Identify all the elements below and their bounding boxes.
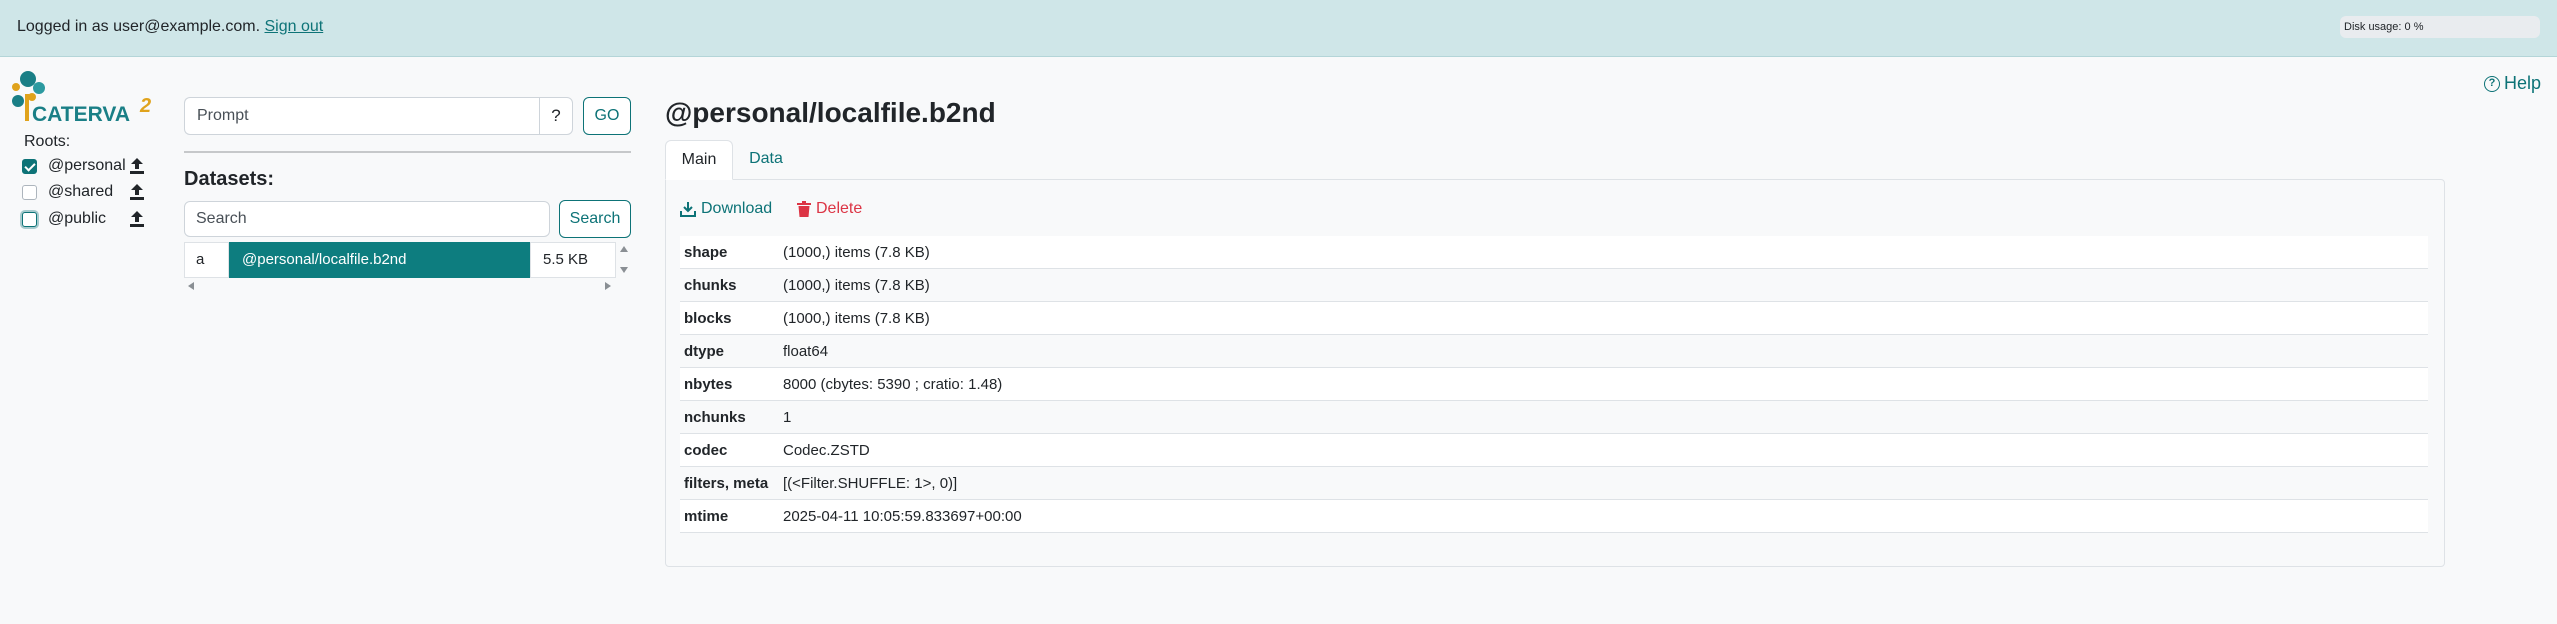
meta-value: Codec.ZSTD: [783, 442, 870, 459]
prompt-input[interactable]: [184, 97, 539, 135]
root-item-shared[interactable]: @shared: [22, 180, 144, 204]
meta-key: shape: [684, 244, 728, 261]
divider: [184, 151, 631, 153]
tab-data[interactable]: Data: [735, 140, 797, 180]
dataset-row-size: 5.5 KB: [530, 242, 616, 278]
delete-button[interactable]: Delete: [797, 200, 862, 218]
meta-key: nbytes: [684, 376, 733, 393]
table-row: nchunks 1: [680, 401, 2428, 434]
disk-usage-text: Disk usage: 0 %: [2344, 21, 2424, 33]
table-row: dtype float64: [680, 335, 2428, 368]
meta-key: chunks: [684, 277, 737, 294]
root-checkbox-personal[interactable]: [22, 158, 37, 174]
datasets-title: Datasets:: [184, 168, 275, 190]
upload-icon[interactable]: [128, 182, 146, 202]
root-item-personal[interactable]: @personal: [22, 154, 144, 178]
meta-key: mtime: [684, 508, 729, 525]
scroll-up-arrow-icon[interactable]: [619, 244, 629, 254]
meta-key: codec: [684, 442, 728, 459]
root-checkbox-public[interactable]: [22, 211, 37, 227]
table-row: shape (1000,) items (7.8 KB): [680, 236, 2428, 269]
dataset-title: @personal/localfile.b2nd: [665, 97, 996, 128]
meta-value: 1: [783, 409, 792, 426]
table-row: blocks (1000,) items (7.8 KB): [680, 302, 2428, 335]
login-status-text: Logged in as user@example.com.: [17, 18, 261, 35]
root-label-shared: @shared: [48, 183, 114, 200]
dataset-search-input[interactable]: [184, 201, 550, 237]
meta-value: 2025-04-11 10:05:59.833697+00:00: [783, 508, 1022, 525]
dataset-row-name[interactable]: @personal/localfile.b2nd: [229, 242, 530, 278]
top-bar: Logged in as user@example.com. Sign out …: [0, 0, 2557, 57]
scroll-down-arrow-icon[interactable]: [619, 265, 629, 275]
dataset-row-letter: a: [184, 242, 229, 278]
meta-value: 8000 (cbytes: 5390 ; cratio: 1.48): [783, 376, 1003, 393]
prompt-help-button[interactable]: ?: [539, 97, 573, 135]
root-checkbox-shared[interactable]: [22, 184, 37, 200]
table-row: nbytes 8000 (cbytes: 5390 ; cratio: 1.48): [680, 368, 2428, 401]
download-icon: [680, 202, 696, 217]
question-circle-icon: ?: [2484, 75, 2500, 92]
meta-value: [(<Filter.SHUFFLE: 1>, 0)]: [783, 475, 958, 492]
go-button[interactable]: GO: [583, 97, 631, 135]
root-item-public[interactable]: @public: [22, 207, 144, 231]
search-button[interactable]: Search: [559, 200, 631, 238]
meta-value: (1000,) items (7.8 KB): [783, 310, 930, 327]
meta-value: (1000,) items (7.8 KB): [783, 244, 930, 261]
meta-value: float64: [783, 343, 829, 360]
table-row: chunks (1000,) items (7.8 KB): [680, 269, 2428, 302]
scroll-right-arrow-icon[interactable]: [603, 281, 613, 291]
disk-usage-bar: Disk usage: 0 %: [2340, 16, 2540, 38]
root-label-personal: @personal: [48, 157, 126, 174]
upload-icon[interactable]: [128, 156, 146, 176]
logo-graphic: CATERVA 2: [12, 71, 151, 126]
login-status: Logged in as user@example.com. Sign out: [17, 18, 323, 36]
meta-value: (1000,) items (7.8 KB): [783, 277, 930, 294]
help-link[interactable]: ? Help: [2484, 73, 2541, 94]
trash-icon: [797, 201, 811, 217]
help-label: Help: [2504, 73, 2542, 93]
scroll-left-arrow-icon[interactable]: [186, 281, 196, 291]
meta-key: filters, meta: [684, 475, 769, 492]
table-row: codec Codec.ZSTD: [680, 434, 2428, 467]
table-row: mtime 2025-04-11 10:05:59.833697+00:00: [680, 500, 2428, 533]
download-label: Download: [701, 200, 773, 217]
root-label-public: @public: [48, 210, 107, 227]
logo-text: CATERVA: [32, 103, 130, 126]
meta-key: blocks: [684, 310, 732, 327]
upload-icon[interactable]: [128, 209, 146, 229]
meta-key: dtype: [684, 343, 725, 360]
sign-out-link[interactable]: Sign out: [265, 18, 324, 35]
download-button[interactable]: Download: [680, 200, 772, 218]
logo-superscript: 2: [139, 95, 151, 117]
tab-main[interactable]: Main: [665, 140, 733, 180]
meta-key: nchunks: [684, 409, 746, 426]
metadata-table: shape (1000,) items (7.8 KB) chunks (1000,…: [680, 236, 2428, 533]
dataset-row[interactable]: a @personal/localfile.b2nd 5.5 KB: [184, 242, 616, 278]
delete-label: Delete: [816, 200, 863, 217]
roots-label: Roots:: [24, 133, 71, 150]
caterva2-logo[interactable]: CATERVA 2: [6, 70, 156, 126]
table-row: filters, meta [(<Filter.SHUFFLE: 1>, 0)]: [680, 467, 2428, 500]
